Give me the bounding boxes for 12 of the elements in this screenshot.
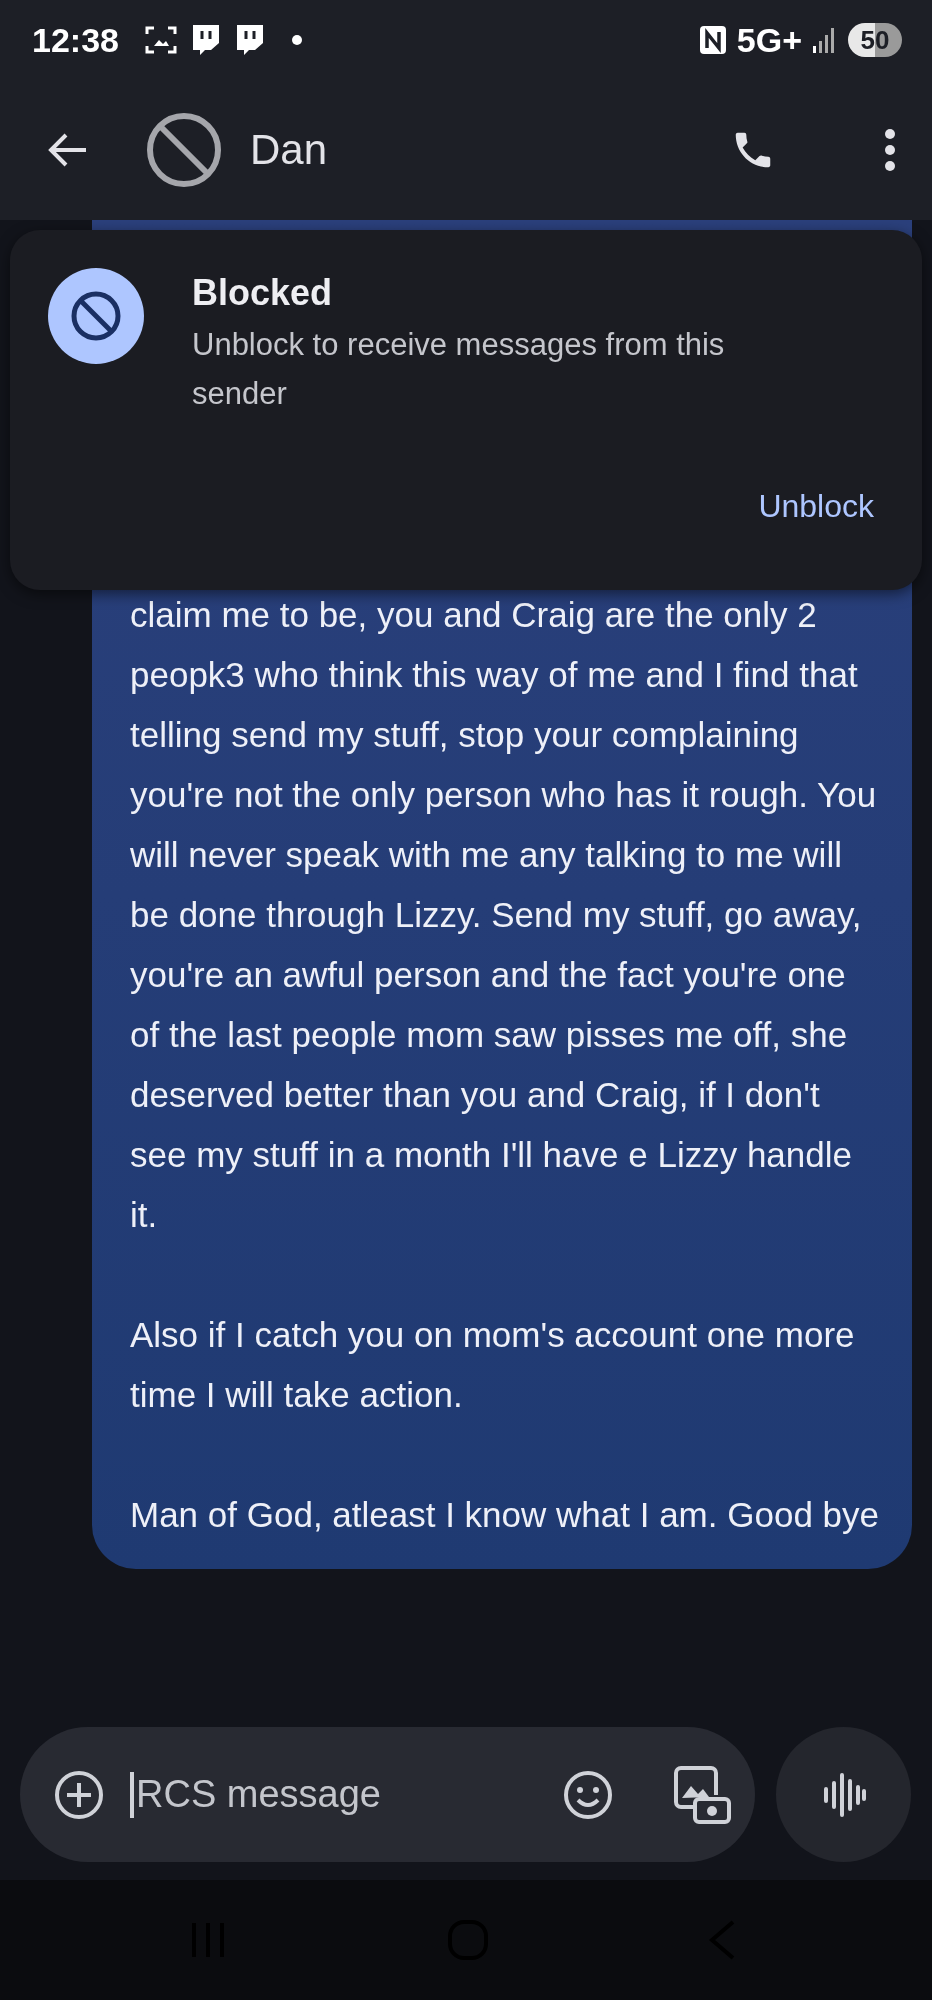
unblock-button[interactable]: Unblock	[758, 488, 874, 525]
network-type: 5G+	[736, 20, 802, 60]
notice-message: Unblock to receive messages from this sender	[192, 326, 726, 413]
message-text: claim me to be, you and Craig are the only 2 peopk3 who think this way of me and I find that telling send my stuff, stop your complaining you're not the only person who has it rough. You will never speak with me any talking to me will be done through Lizzy. Send my stuff, go away, you're an awful person and the fact you're one of the last people mom saw pisses me off, she deserved better than you and Craig, if I don't see my stuff in a month I'll have e Lizzy handle it.	[130, 594, 878, 1236]
notice-title: Blocked	[192, 272, 334, 314]
contact-name: Dan	[250, 126, 328, 174]
battery-level: 50	[848, 23, 902, 57]
clock-time: 12:38	[32, 20, 119, 60]
compose-bar[interactable]: RCS message	[20, 1727, 755, 1862]
message-text: Man of God, atleast I know what I am. Good bye	[130, 1494, 880, 1536]
message-text: Also if I catch you on mom's account one more time I will take action.	[130, 1314, 856, 1416]
message-field[interactable]: RCS message	[134, 1764, 563, 1825]
